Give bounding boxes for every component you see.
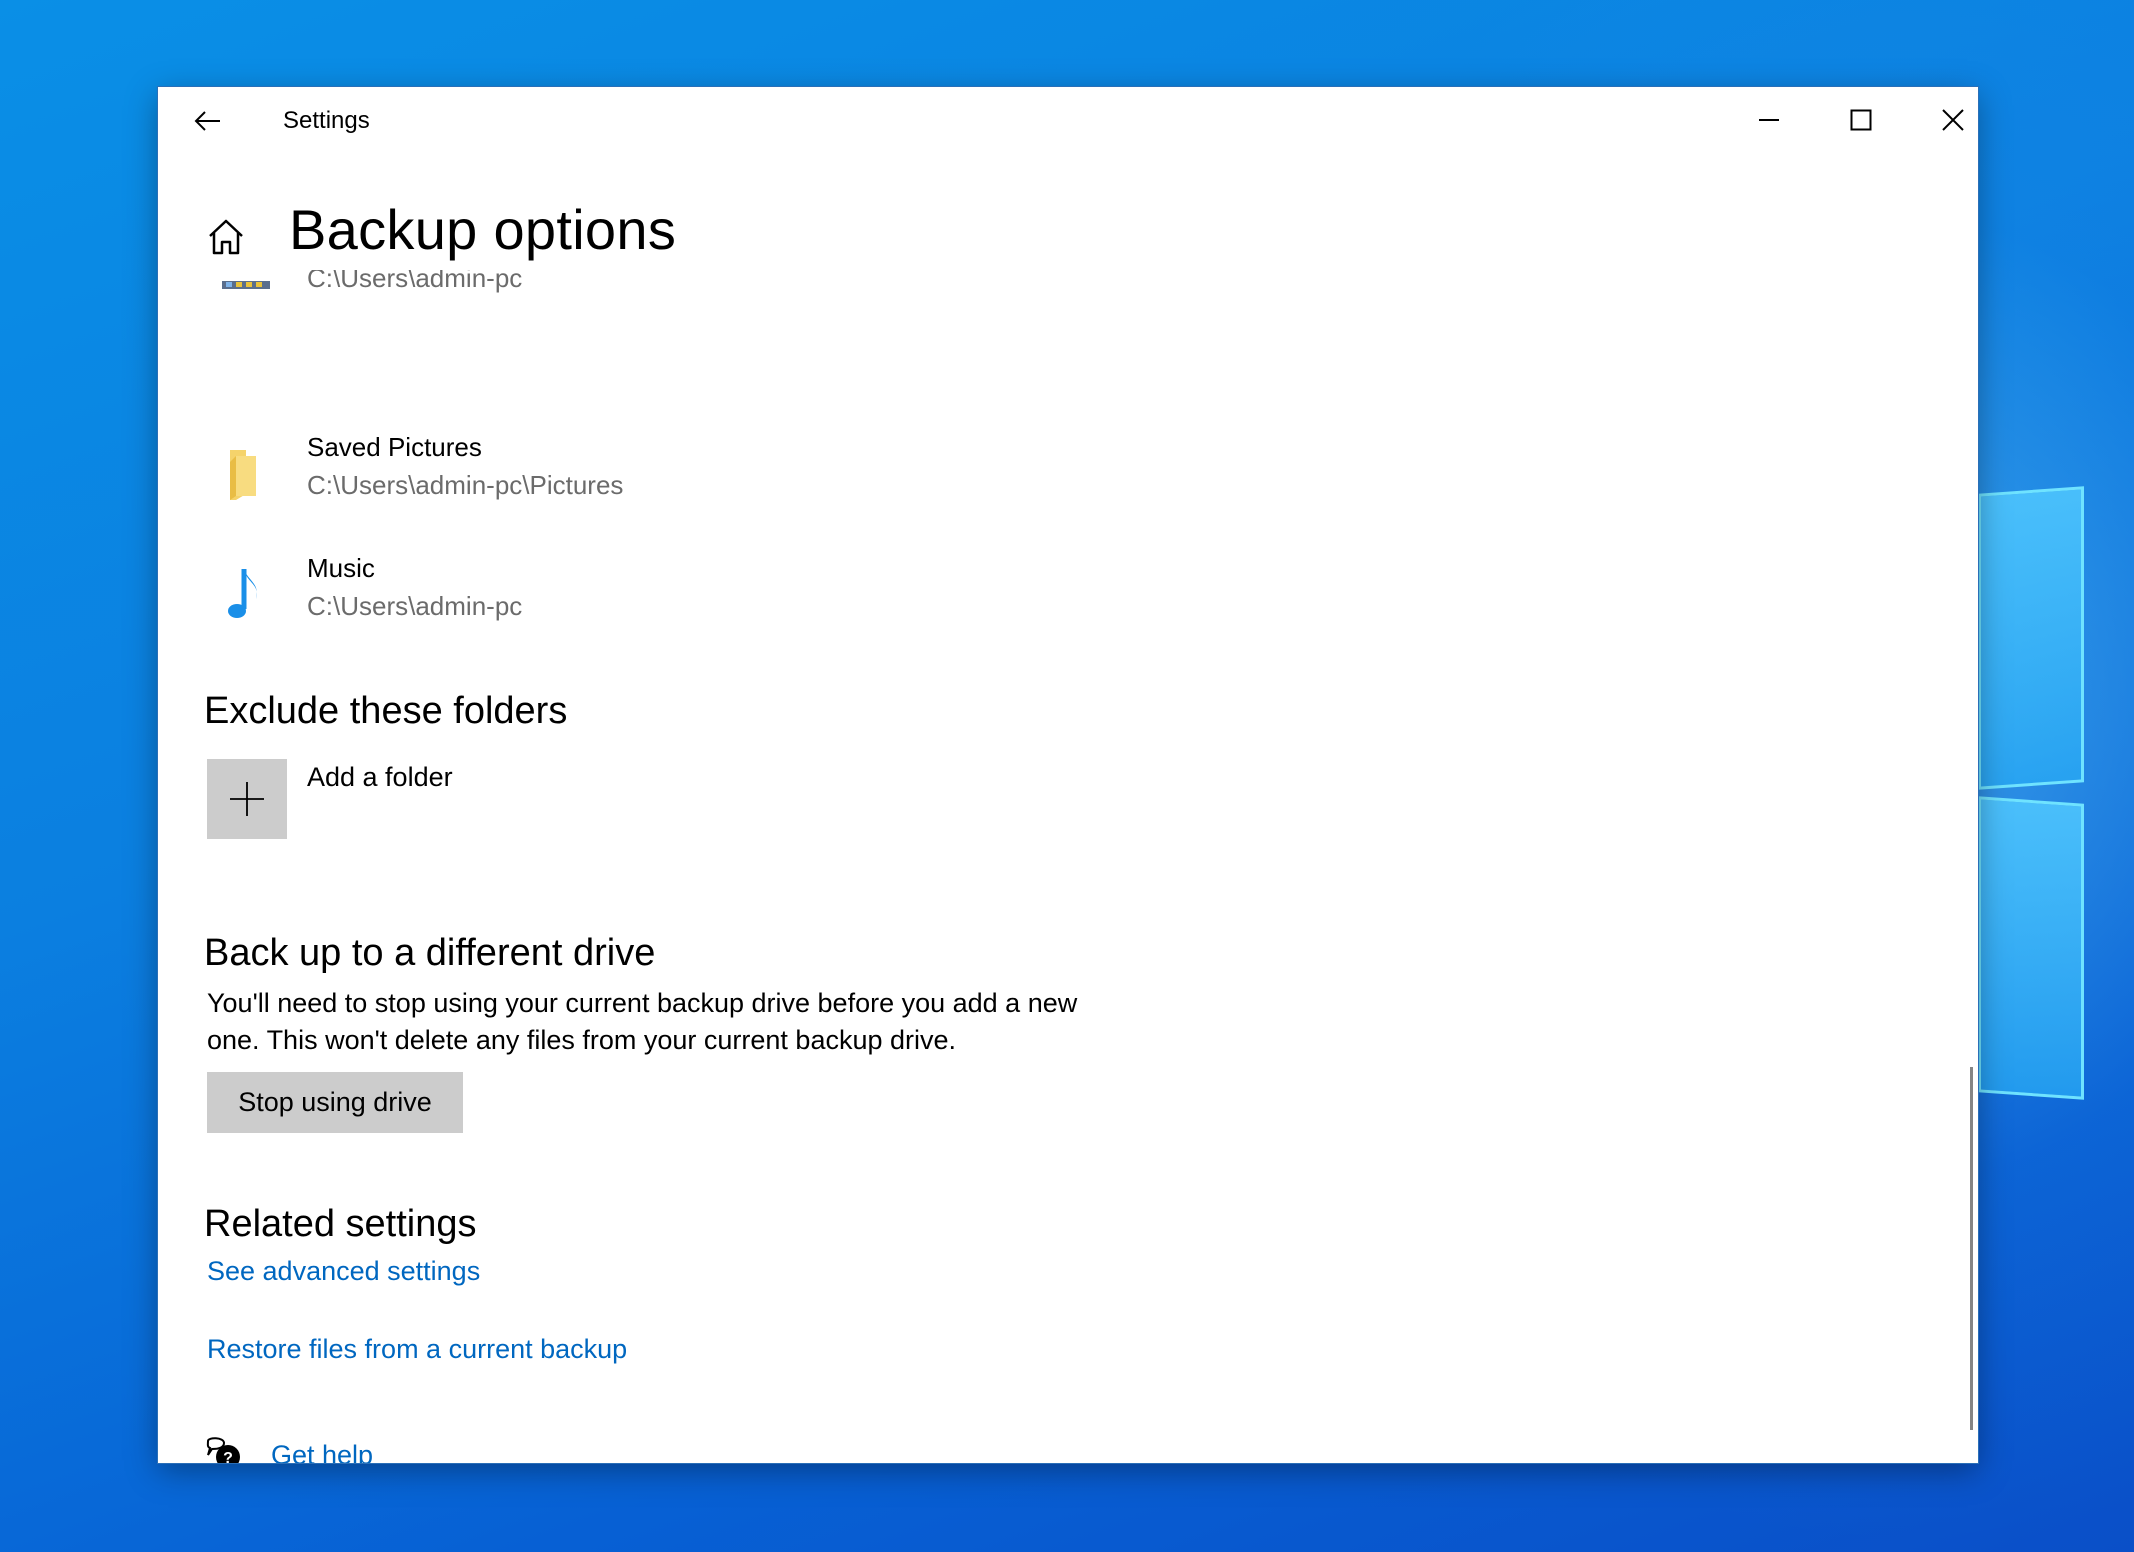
folder-icon (230, 450, 256, 500)
maximize-icon (1850, 109, 1872, 131)
folder-name: Saved Pictures (307, 432, 482, 462)
add-folder-button[interactable] (207, 759, 287, 839)
different-drive-description: You'll need to stop using your current b… (207, 988, 1078, 1055)
maximize-button[interactable] (1815, 87, 1907, 153)
exclude-heading: Exclude these folders (204, 690, 568, 732)
home-icon (209, 219, 243, 255)
get-help-link[interactable]: Get help (271, 1440, 373, 1463)
different-drive-heading: Back up to a different drive (204, 932, 656, 974)
music-note-icon (228, 569, 257, 618)
close-button[interactable] (1907, 87, 1978, 153)
plus-icon (230, 782, 264, 816)
content-scroll-area: C:\Users\admin-pc Saved Pictures C:\User… (158, 263, 1978, 1463)
page-header: Backup options (158, 187, 1978, 270)
folder-path: C:\Users\admin-pc\Pictures (307, 470, 624, 500)
back-arrow-icon (194, 111, 220, 131)
settings-window: Settings Backup options C:\Users\admin-p… (158, 87, 1978, 1463)
close-icon (1942, 109, 1964, 131)
home-button[interactable] (206, 217, 250, 261)
folder-path: C:\Users\admin-pc (307, 591, 523, 621)
back-button[interactable] (186, 99, 230, 143)
folder-item-music[interactable]: Music C:\Users\admin-pc (206, 553, 906, 653)
add-folder-label[interactable]: Add a folder (307, 762, 453, 793)
app-title: Settings (283, 107, 370, 134)
page-title: Backup options (289, 198, 677, 261)
desktop-logo-pane (1978, 486, 2084, 790)
title-bar: Settings (158, 87, 1978, 153)
svg-text:?: ? (223, 1450, 233, 1463)
help-chat-icon: ? (206, 1437, 240, 1463)
see-advanced-settings-link[interactable]: See advanced settings (207, 1256, 480, 1287)
stop-using-drive-button[interactable]: Stop using drive (207, 1072, 463, 1133)
related-settings-heading: Related settings (204, 1203, 477, 1245)
restore-files-link[interactable]: Restore files from a current backup (207, 1334, 627, 1365)
vertical-scrollbar[interactable] (1970, 1067, 1973, 1430)
folder-name: Music (307, 553, 375, 583)
minimize-icon (1759, 119, 1779, 121)
minimize-button[interactable] (1723, 87, 1815, 153)
folder-item-saved-pictures[interactable]: Saved Pictures C:\Users\admin-pc\Picture… (206, 432, 906, 532)
desktop-logo-pane (1978, 796, 2084, 1100)
